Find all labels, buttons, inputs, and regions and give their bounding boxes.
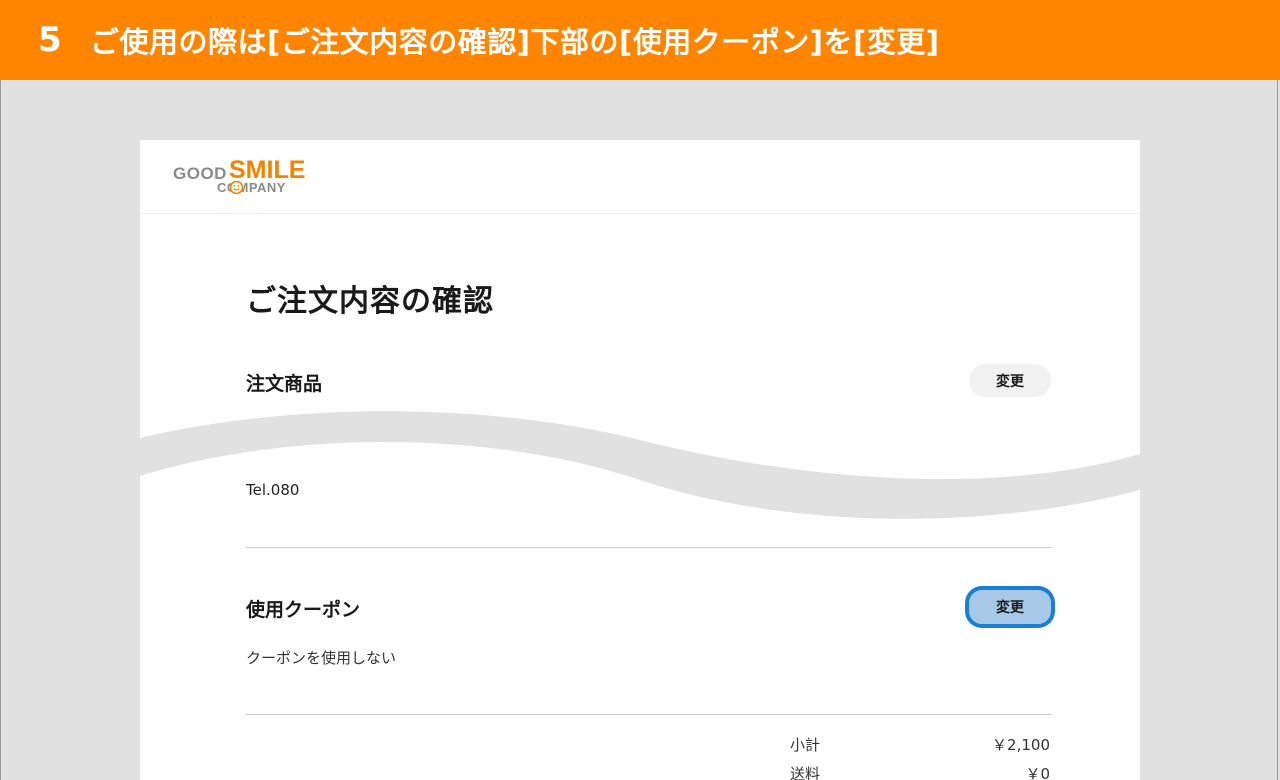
coupon-value: クーポンを使用しない	[246, 649, 397, 667]
section-divider	[246, 547, 1052, 548]
instruction-banner: 5 ご使用の際は[ご注文内容の確認]下部の[使用クーポン]を[変更]	[0, 0, 1280, 80]
subtotal-label: 小計	[790, 736, 821, 754]
subtotal-value: ￥2,100	[992, 736, 1050, 754]
page-title: ご注文内容の確認	[246, 284, 494, 319]
logo-text-company: COMPANY	[217, 180, 286, 195]
site-header: GOOD SMILE COMPANY	[140, 140, 1140, 214]
order-items-title: 注文商品	[246, 373, 323, 395]
instruction-title: ご使用の際は[ご注文内容の確認]下部の[使用クーポン]を[変更]	[90, 25, 940, 59]
contact-tel: Tel.080	[246, 481, 300, 499]
order-items-change-button[interactable]: 変更	[969, 364, 1051, 397]
wave-cut-divider	[140, 411, 1140, 519]
shipping-label: 送料	[790, 765, 821, 780]
coupon-change-button[interactable]: 変更	[965, 586, 1055, 628]
step-number: 5	[38, 20, 62, 60]
order-confirmation-panel: GOOD SMILE COMPANY ご注文内容の確認 注文商品 変更 Tel.…	[140, 140, 1140, 780]
summary-divider	[246, 714, 1052, 715]
shipping-value: ￥0	[1025, 765, 1050, 780]
smiley-icon	[230, 181, 243, 194]
logo[interactable]: GOOD SMILE COMPANY	[173, 156, 313, 198]
coupon-section-title: 使用クーポン	[246, 599, 361, 621]
